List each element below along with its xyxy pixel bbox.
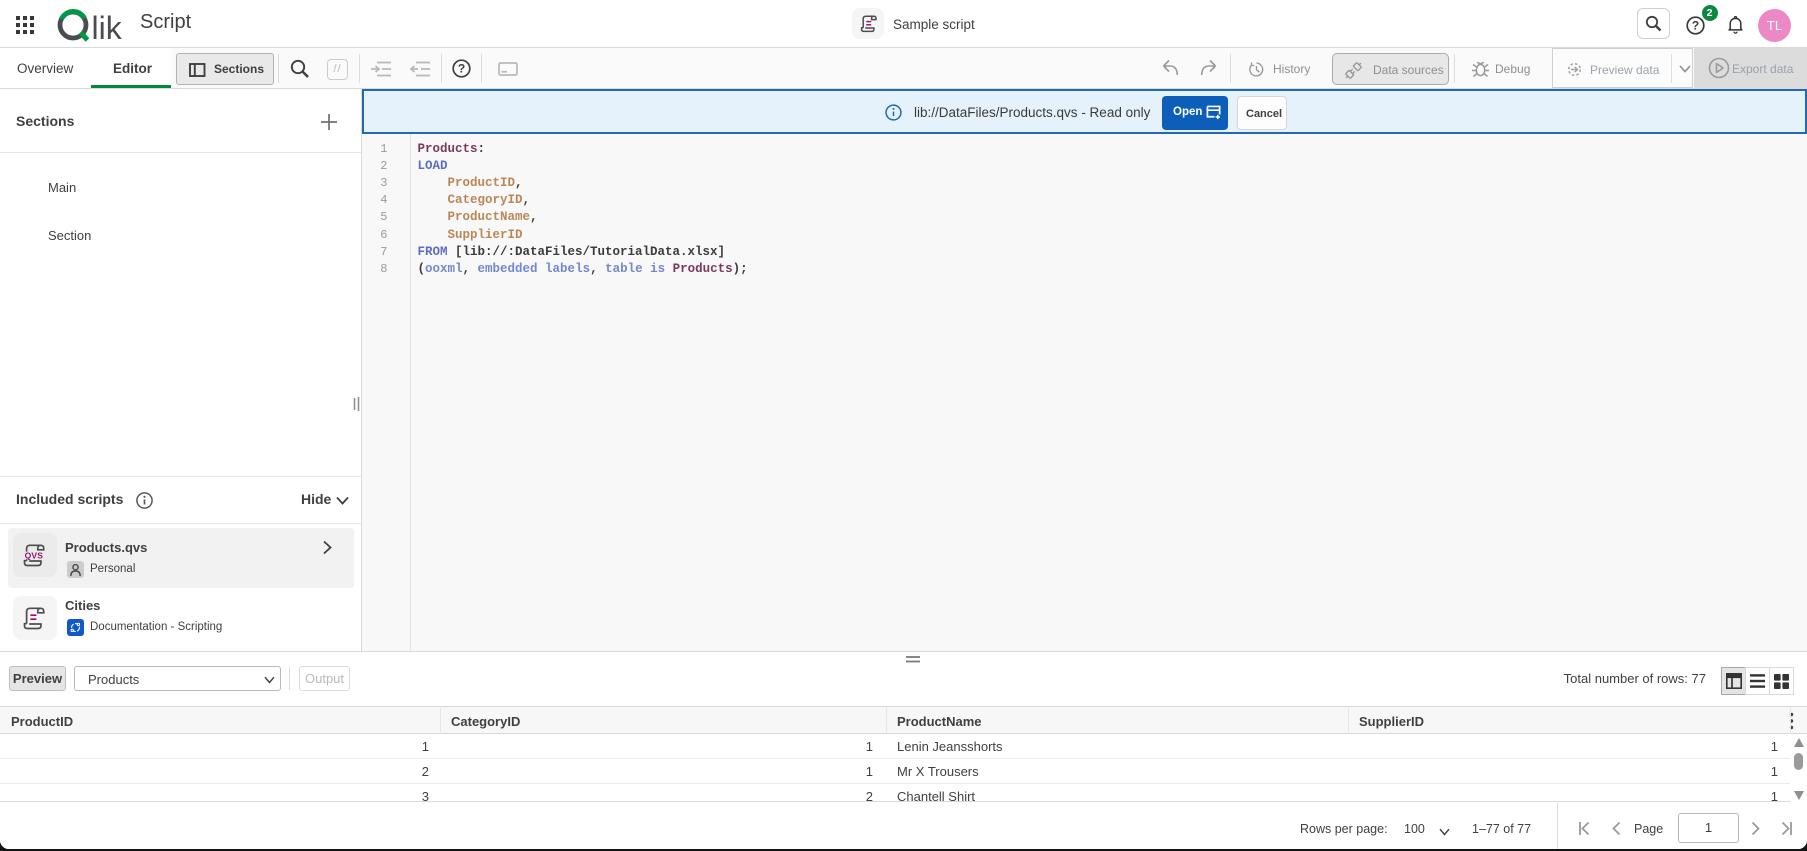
svg-text:QVS: QVS xyxy=(25,550,44,560)
svg-text:?: ? xyxy=(1692,19,1699,33)
svg-text:?: ? xyxy=(458,62,465,76)
svg-text:lik: lik xyxy=(92,10,123,44)
